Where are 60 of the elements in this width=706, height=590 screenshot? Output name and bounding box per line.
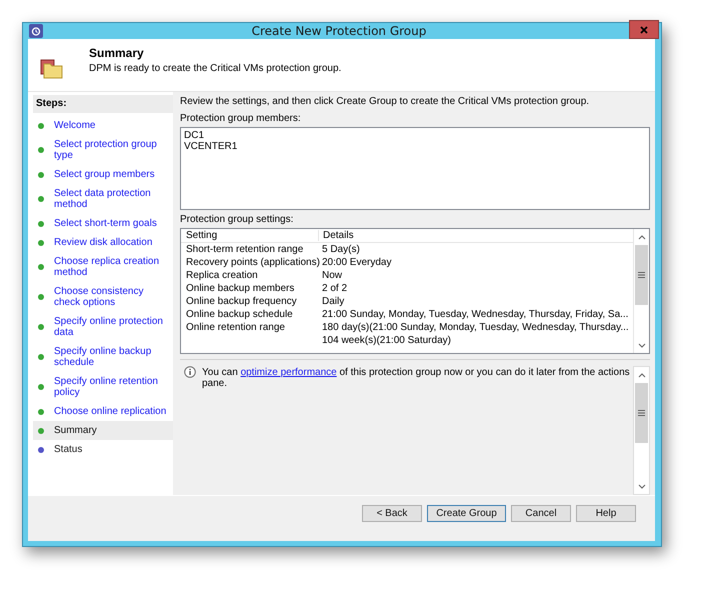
step-link[interactable]: Choose online replication [54, 406, 166, 417]
settings-label: Protection group settings: [180, 214, 294, 225]
member-item: DC1 [184, 130, 206, 141]
step-link[interactable]: Specify online retention policy [54, 376, 171, 398]
app-icon[interactable] [29, 24, 43, 38]
step-link[interactable]: Review disk allocation [54, 237, 152, 248]
page-subtitle: DPM is ready to create the Critical VMs protection group. [89, 63, 342, 74]
table-cell-text: Replica creation [185, 270, 259, 281]
step-link[interactable]: Choose replica creation method [54, 256, 171, 278]
step-link[interactable]: Specify online protection data [54, 316, 171, 338]
table-cell-text: Online backup frequency [185, 296, 298, 307]
info-icon [184, 366, 196, 378]
info-message: You can optimize performance of this protection group now or you can do it later from the actions pane. [202, 367, 631, 389]
scroll-down-icon[interactable] [638, 342, 646, 348]
table-scrollbar[interactable] [633, 229, 649, 353]
table-cell-text: Recovery points (applications) [185, 257, 318, 268]
wizard-button[interactable]: Create Group [427, 505, 506, 522]
table-cell-text: 20:00 Everyday [321, 257, 392, 268]
member-item: VCENTER1 [184, 141, 238, 152]
scroll-up-icon[interactable] [638, 372, 646, 378]
scroll-up-icon[interactable] [638, 234, 646, 240]
table-cell-text: 180 day(s)(21:00 Sunday, Monday, Tuesday, Wednesday, Thursday... [321, 322, 630, 333]
step-link[interactable]: Specify online backup schedule [54, 346, 171, 368]
step-link[interactable]: Select group members [54, 169, 155, 180]
message-scrollbar[interactable] [633, 366, 650, 495]
table-cell-text: Online backup schedule [185, 309, 294, 320]
wizard-button[interactable]: Help [576, 505, 636, 522]
table-cell-text: Now [321, 270, 344, 281]
step-link[interactable]: Welcome [54, 120, 96, 131]
steps-heading: Steps: [33, 95, 173, 113]
optimize-link[interactable]: optimize performance [240, 367, 337, 378]
members-list[interactable]: DC1 VCENTER1 [180, 127, 650, 210]
table-cell-text: 104 week(s)(21:00 Saturday) [321, 335, 452, 346]
step-link[interactable]: Status [54, 444, 82, 455]
step-link[interactable]: Choose consistency check options [54, 286, 171, 308]
window-title: Create New Protection Group [250, 24, 428, 38]
grip-icon[interactable] [638, 272, 645, 278]
table-cell-text: Daily [321, 296, 346, 307]
page-title: Summary [89, 46, 145, 60]
wizard-button[interactable]: < Back [362, 505, 422, 522]
step-link[interactable]: Select data protection method [54, 188, 171, 210]
step-link[interactable]: Select protection group type [54, 139, 171, 161]
close-button[interactable] [629, 20, 659, 39]
table-cell-text: Online retention range [185, 322, 286, 333]
table-cell-text: 5 Day(s) [321, 244, 361, 255]
table-cell-text: 21:00 Sunday, Monday, Tuesday, Wednesday, Thursday, Friday, Sa... [321, 309, 630, 320]
close-icon[interactable] [640, 26, 648, 34]
grip-icon[interactable] [638, 410, 645, 416]
instruction-text: Review the settings, and then click Create Group to create the Critical VMs protection group. [180, 96, 590, 107]
members-label: Protection group members: [180, 113, 302, 124]
table-cell-text: 2 of 2 [321, 283, 348, 294]
column-header[interactable]: Details [319, 230, 633, 241]
table-cell-text: Online backup members [185, 283, 296, 294]
step-link[interactable]: Summary [54, 425, 97, 436]
step-link[interactable]: Select short-term goals [54, 218, 157, 229]
column-header[interactable]: Setting [181, 230, 319, 241]
table-cell-text: Short-term retention range [185, 244, 304, 255]
folder-icon [40, 59, 64, 79]
scroll-down-icon[interactable] [638, 484, 646, 488]
wizard-button[interactable]: Cancel [511, 505, 571, 522]
